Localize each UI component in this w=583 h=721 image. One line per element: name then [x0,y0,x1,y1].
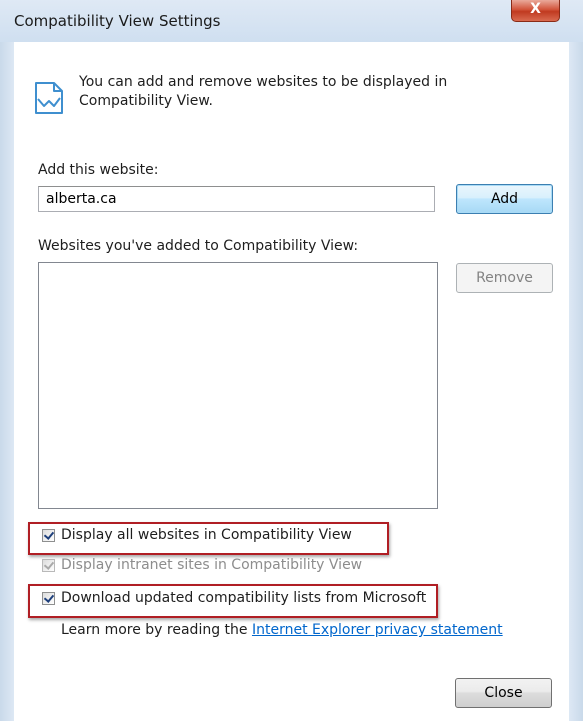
add-button[interactable]: Add [456,184,553,214]
option-label: Display intranet sites in Compatibility … [61,557,363,573]
checkbox-download-compatibility-lists[interactable] [42,591,55,605]
close-button[interactable]: Close [455,678,552,708]
compatibility-view-settings-dialog: Compatibility View Settings X You can ad… [0,0,583,721]
privacy-statement-link[interactable]: Internet Explorer privacy statement [252,622,503,638]
checkbox-display-intranet-sites [42,558,55,572]
option-display-all-websites[interactable]: Display all websites in Compatibility Vi… [42,527,352,543]
option-label: Display all websites in Compatibility Vi… [61,527,352,543]
compatibility-view-icon [35,82,63,114]
window-title: Compatibility View Settings [14,12,221,30]
remove-button[interactable]: Remove [456,263,553,293]
option-download-compatibility-lists[interactable]: Download updated compatibility lists fro… [42,590,426,606]
add-website-label: Add this website: [38,162,159,178]
close-window-button[interactable]: X [511,0,560,22]
checkbox-display-all-websites[interactable] [42,528,55,542]
title-bar: Compatibility View Settings X [0,0,583,42]
close-icon: X [530,1,541,17]
window-frame-left [0,42,14,721]
option-display-intranet-sites: Display intranet sites in Compatibility … [42,557,362,573]
websites-list-label: Websites you've added to Compatibility V… [38,238,359,254]
learn-more-text: Learn more by reading the Internet Explo… [61,622,503,638]
learn-more-prefix: Learn more by reading the [61,622,252,638]
websites-listbox[interactable] [38,262,438,509]
intro-text: You can add and remove websites to be di… [79,74,448,109]
add-website-input[interactable] [38,186,435,212]
option-label: Download updated compatibility lists fro… [61,590,427,606]
window-frame-right [569,42,583,721]
